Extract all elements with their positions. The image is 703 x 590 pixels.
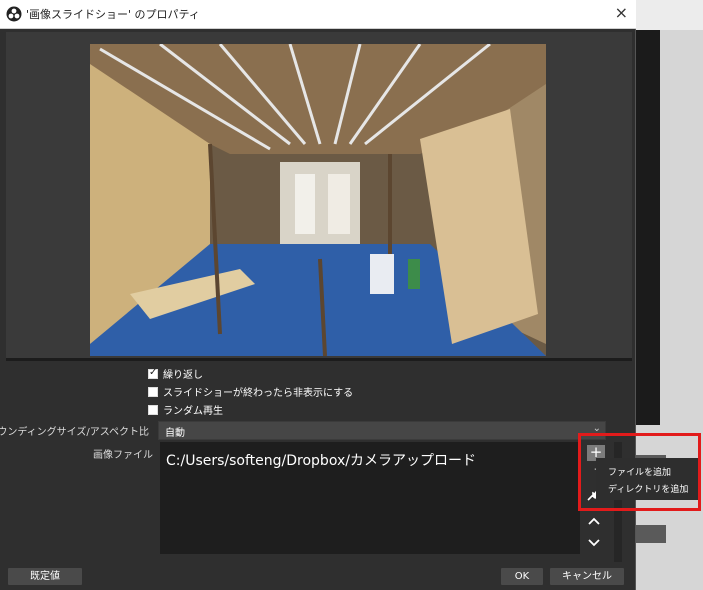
ok-button[interactable]: OK — [501, 568, 543, 585]
background-button — [636, 525, 666, 543]
preview-image — [90, 44, 546, 356]
file-list[interactable]: C:/Users/softeng/Dropbox/カメラアップロード — [160, 442, 580, 554]
highlight-box — [578, 433, 701, 511]
files-label: 画像ファイル — [93, 450, 153, 461]
random-label: ランダム再生 — [163, 406, 223, 417]
preview-area — [6, 32, 632, 361]
title-bar: '画像スライドショー' のプロパティ × — [0, 0, 636, 29]
cancel-button[interactable]: キャンセル — [550, 568, 624, 585]
properties-dialog: '画像スライドショー' のプロパティ × ✓ 繰り返し スライドショーが終わった… — [0, 0, 636, 590]
hide-when-done-option[interactable]: スライドショーが終わったら非表示にする — [148, 384, 353, 399]
random-option[interactable]: ランダム再生 — [148, 402, 223, 417]
obs-logo-icon — [6, 6, 22, 22]
bounding-value: 自動 — [165, 428, 185, 439]
bounding-label: バウンディングサイズ/アスペクト比 — [0, 427, 149, 438]
chevron-down-icon[interactable] — [586, 537, 602, 549]
loop-label: 繰り返し — [163, 370, 203, 381]
background-strip — [636, 0, 703, 30]
hide-when-done-checkbox[interactable] — [148, 386, 158, 397]
defaults-button[interactable]: 既定値 — [8, 568, 82, 585]
hide-when-done-label: スライドショーが終わったら非表示にする — [163, 388, 354, 399]
chevron-up-icon[interactable] — [586, 515, 602, 527]
random-checkbox[interactable] — [148, 404, 158, 415]
loop-option[interactable]: 繰り返し — [148, 366, 203, 381]
loop-checkbox[interactable] — [148, 367, 158, 379]
window-title: '画像スライドショー' のプロパティ — [26, 8, 200, 21]
file-list-item[interactable]: C:/Users/softeng/Dropbox/カメラアップロード — [166, 450, 476, 470]
close-button[interactable]: × — [615, 3, 628, 23]
background-panel — [636, 30, 660, 425]
bounding-select[interactable]: 自動 ⌄ — [158, 421, 606, 440]
